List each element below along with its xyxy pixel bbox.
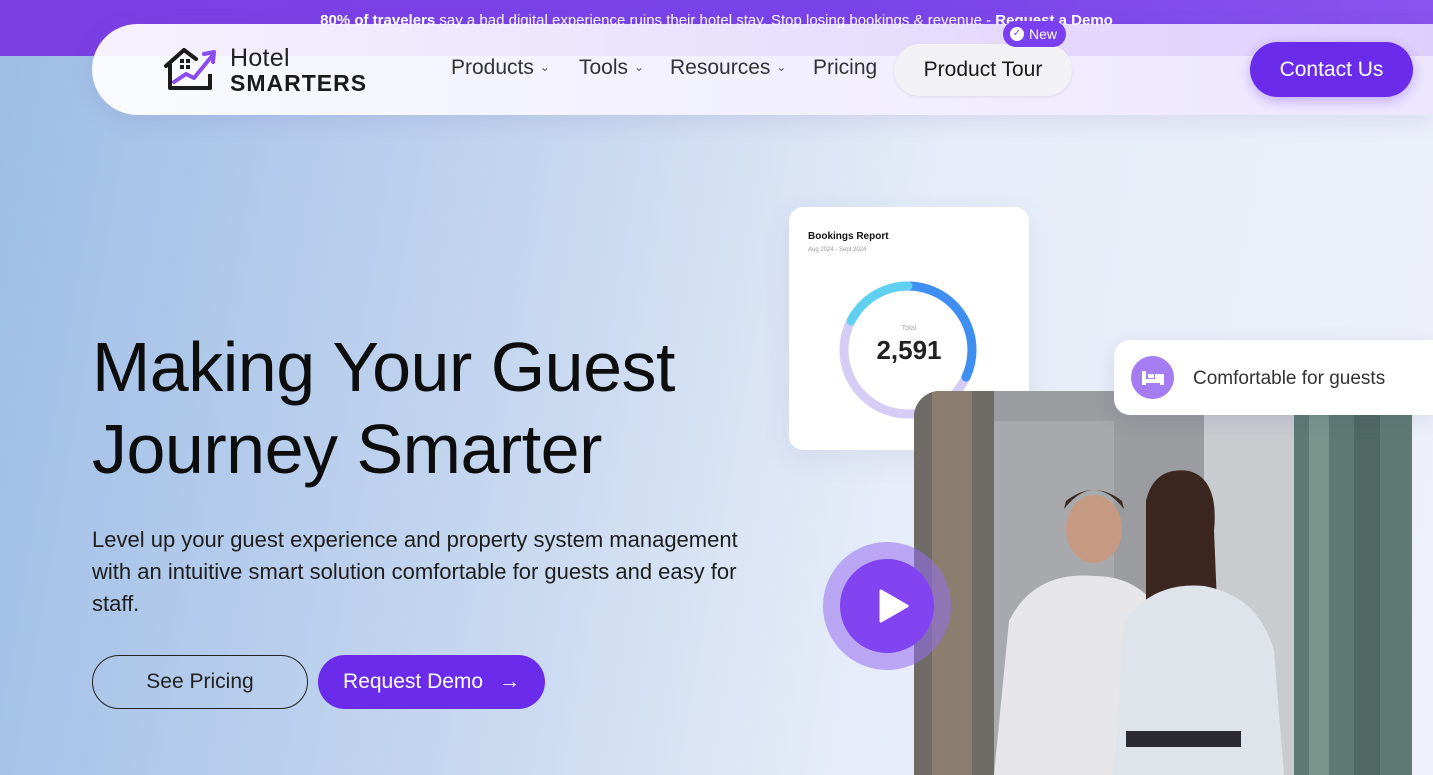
see-pricing-button[interactable]: See Pricing <box>92 655 308 709</box>
check-icon: ✓ <box>1010 27 1024 41</box>
comfortable-label: Comfortable for guests <box>1193 368 1386 389</box>
nav-pricing-label: Pricing <box>813 56 878 79</box>
play-button-core <box>840 559 934 653</box>
hero-title-line1: Making Your Guest <box>92 328 675 406</box>
product-tour-button[interactable]: Product Tour <box>894 44 1072 96</box>
play-video-button[interactable] <box>823 542 951 670</box>
new-badge: ✓ New <box>1003 21 1066 47</box>
report-total-value: 2,591 <box>876 335 942 365</box>
nav-pricing[interactable]: Pricing <box>813 56 877 80</box>
nav-products[interactable]: Products ⌄ <box>451 56 550 80</box>
navbar: Hotel SMARTERS Products ⌄ Tools ⌄ Resource… <box>92 21 1433 115</box>
comfortable-for-guests-card: Comfortable for guests <box>1114 340 1433 415</box>
hero-subtitle: Level up your guest experience and prope… <box>92 527 738 616</box>
nav-resources[interactable]: Resources ⌄ <box>670 56 786 80</box>
hero-photo <box>914 391 1412 775</box>
house-chart-icon <box>164 48 216 90</box>
logo-word-hotel: Hotel <box>230 44 290 72</box>
chevron-down-icon: ⌄ <box>539 60 550 74</box>
logo-word-smarters: SMARTERS <box>230 70 368 96</box>
product-tour-label: Product Tour <box>923 58 1043 81</box>
logo[interactable]: Hotel SMARTERS <box>162 44 372 96</box>
nav-tools[interactable]: Tools ⌄ <box>579 56 644 80</box>
nav-tools-label: Tools <box>579 56 629 79</box>
report-total-label: Total <box>901 325 917 332</box>
play-icon <box>879 589 909 623</box>
new-badge-label: New <box>1029 26 1058 42</box>
request-demo-button[interactable]: Request Demo → <box>318 655 545 709</box>
report-date-range: Aug 2024 - Sept 2024 <box>808 247 867 253</box>
report-title: Bookings Report <box>808 231 889 242</box>
chevron-down-icon: ⌄ <box>634 60 645 74</box>
hero-title: Making Your Guest Journey Smarter <box>92 326 772 490</box>
nav-products-label: Products <box>451 56 534 79</box>
request-demo-label: Request Demo <box>343 670 484 693</box>
chevron-down-icon: ⌄ <box>776 60 787 74</box>
bed-icon <box>1131 356 1174 399</box>
hotel-guests-image <box>914 391 1412 775</box>
hero-title-line2: Journey Smarter <box>92 410 602 488</box>
arrow-right-icon: → <box>498 670 520 693</box>
contact-us-button[interactable]: Contact Us <box>1250 42 1413 97</box>
nav-resources-label: Resources <box>670 56 771 79</box>
